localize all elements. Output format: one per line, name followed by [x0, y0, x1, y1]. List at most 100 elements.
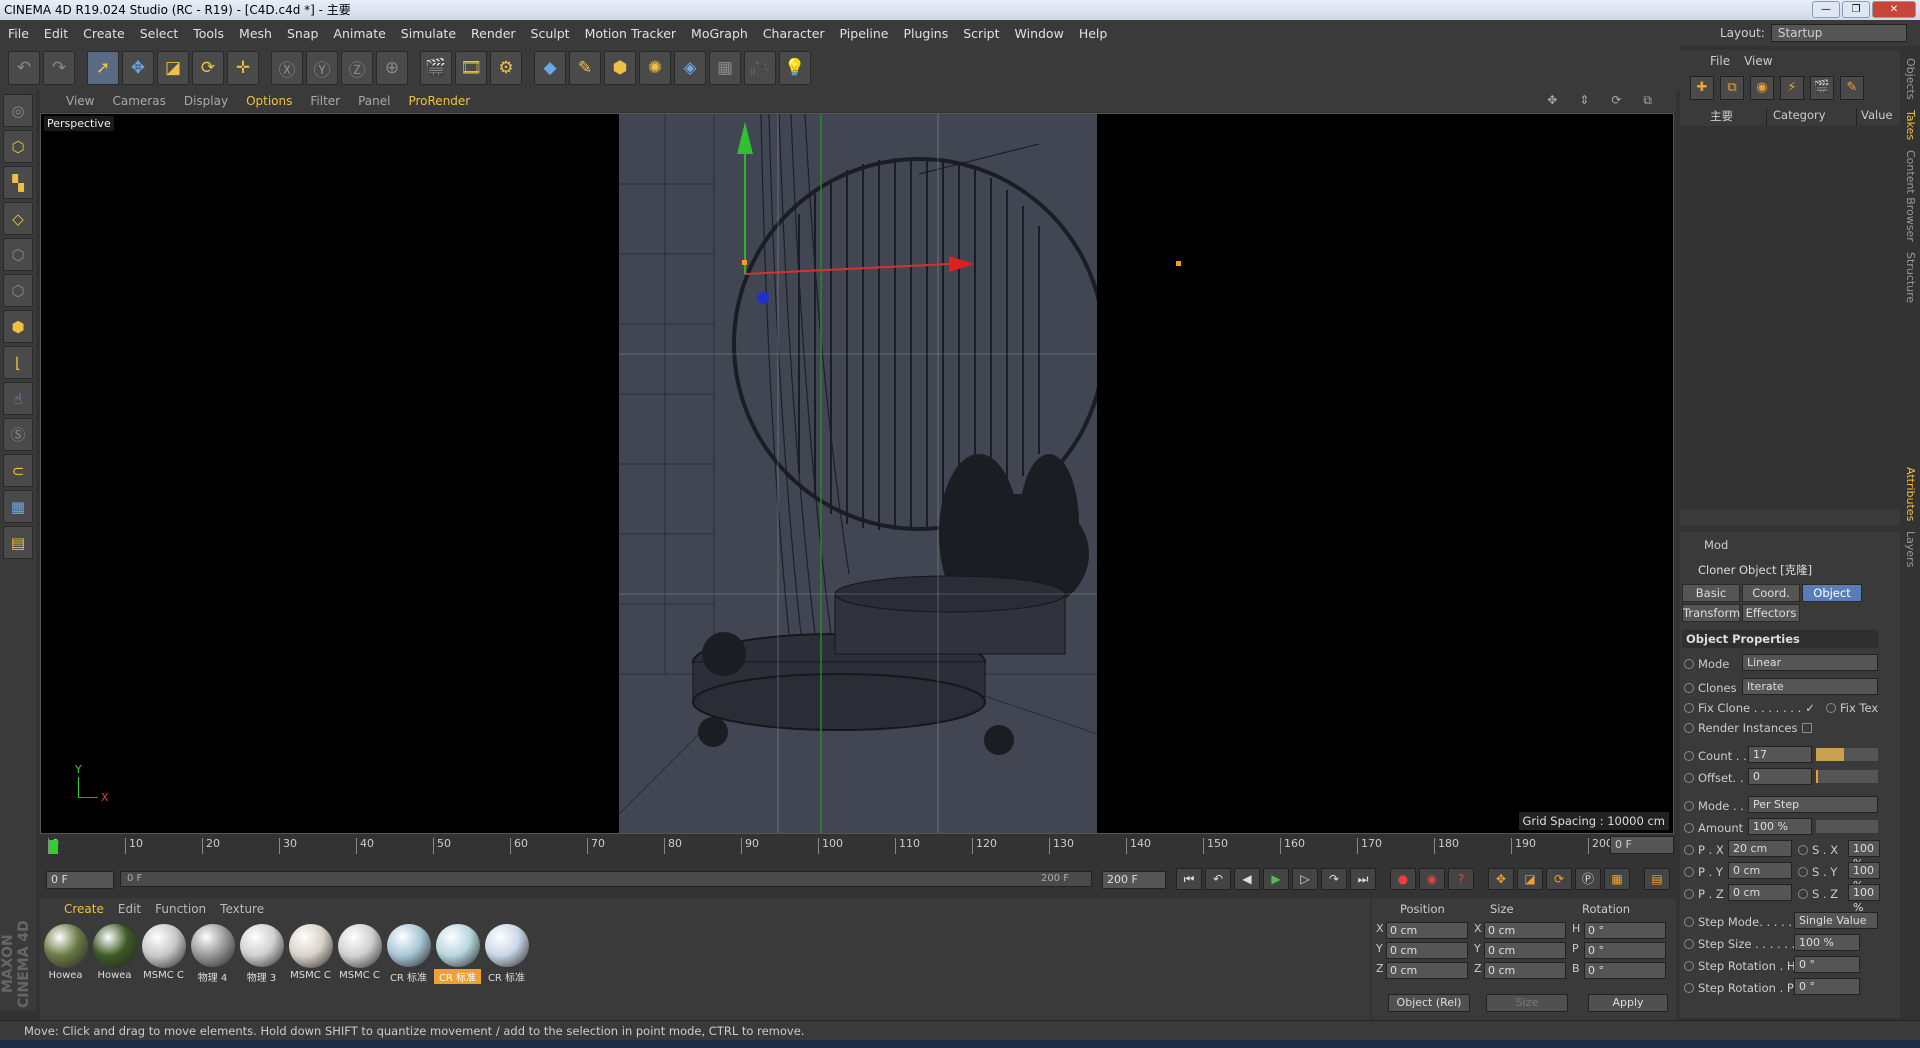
end-frame-field[interactable]: 200 F [1102, 871, 1166, 889]
material-item[interactable]: CR 标准 [385, 924, 432, 984]
current-frame-field[interactable]: 0 F [1610, 836, 1674, 854]
live-selection-icon[interactable]: ➚ [87, 51, 119, 85]
pz-field[interactable]: 0 cm [1728, 884, 1792, 901]
key-pla-icon[interactable]: ▦ [1604, 868, 1630, 890]
viewport-menu-display[interactable]: Display [184, 94, 228, 108]
workplane-lock-icon[interactable]: ▦ [3, 490, 33, 523]
size-field[interactable]: 0 cm [1484, 922, 1566, 939]
count-slider[interactable] [1816, 748, 1878, 761]
menu-window[interactable]: Window [1015, 26, 1064, 41]
menu-file[interactable]: File [8, 26, 29, 41]
material-item[interactable]: CR 标准 [483, 924, 530, 984]
material-menu-function[interactable]: Function [155, 902, 206, 916]
viewport-menu-panel[interactable]: Panel [358, 94, 390, 108]
planar-workplane-icon[interactable]: ▤ [3, 526, 33, 559]
count-field[interactable]: 17 [1748, 746, 1812, 763]
tab-structure[interactable]: Structure [1902, 250, 1919, 305]
timeline-layout-icon[interactable]: ▤ [1644, 868, 1670, 890]
maximize-button[interactable]: ❐ [1842, 1, 1870, 18]
menu-snap[interactable]: Snap [287, 26, 318, 41]
objects-menu-file[interactable]: File [1710, 54, 1730, 68]
y-axis-lock-icon[interactable]: Ⓨ [306, 51, 338, 85]
tab-objects[interactable]: Objects [1902, 56, 1919, 102]
tab-transform[interactable]: Transform [1682, 604, 1740, 622]
scale-tool-icon[interactable]: ◪ [157, 51, 189, 85]
menu-edit[interactable]: Edit [44, 26, 68, 41]
make-editable-icon[interactable]: ◎ [3, 94, 33, 127]
keyframe-selection-icon[interactable]: ? [1448, 868, 1474, 890]
viewport-menu-options[interactable]: Options [246, 94, 292, 108]
material-item[interactable]: MSMC C [336, 924, 383, 984]
axis-mode-icon[interactable]: ⌊ [3, 346, 33, 379]
record-icon[interactable]: ● [1390, 868, 1416, 890]
material-menu-edit[interactable]: Edit [118, 902, 141, 916]
coordinate-system-icon[interactable]: ⊕ [376, 51, 408, 85]
move-tool-icon[interactable]: ✥ [122, 51, 154, 85]
mode-dropdown[interactable]: Linear [1742, 654, 1878, 671]
rotation-field[interactable]: 0 ° [1584, 942, 1666, 959]
render-icon[interactable]: 🎬 [1810, 76, 1834, 100]
light-icon[interactable]: 💡 [779, 51, 811, 85]
menu-animate[interactable]: Animate [333, 26, 385, 41]
points-mode-icon[interactable]: ⬡ [3, 238, 33, 271]
z-axis-lock-icon[interactable]: Ⓩ [341, 51, 373, 85]
attr-mode-menu[interactable]: Mod [1704, 538, 1728, 552]
handle-point[interactable] [1176, 261, 1181, 266]
add-takes-icon[interactable]: ✚ [1690, 76, 1714, 100]
position-field[interactable]: 0 cm [1386, 942, 1468, 959]
override-icon[interactable]: ◉ [1750, 76, 1774, 100]
menu-create[interactable]: Create [83, 26, 125, 41]
fix-clone-checkbox[interactable]: ✓ [1805, 701, 1815, 715]
material-item[interactable]: Howea [42, 924, 89, 984]
material-item[interactable]: 物理 4 [189, 924, 236, 984]
viewport-menu-view[interactable]: View [66, 94, 94, 108]
autokey-icon[interactable]: ◉ [1419, 868, 1445, 890]
material-menu-create[interactable]: Create [64, 902, 104, 916]
viewport-menu-cameras[interactable]: Cameras [112, 94, 165, 108]
menu-pipeline[interactable]: Pipeline [840, 26, 889, 41]
floor-icon[interactable]: ▦ [709, 51, 741, 85]
minimize-button[interactable]: — [1812, 1, 1840, 18]
transform-tool-icon[interactable]: ✛ [227, 51, 259, 85]
offset-slider[interactable] [1816, 770, 1878, 783]
menu-tools[interactable]: Tools [193, 26, 224, 41]
tab-object[interactable]: Object [1802, 584, 1862, 602]
position-field[interactable]: 0 cm [1386, 922, 1468, 939]
size-field[interactable]: 0 cm [1484, 942, 1566, 959]
key-rotation-icon[interactable]: ⟳ [1546, 868, 1572, 890]
sy-field[interactable]: 100 % [1848, 862, 1880, 892]
start-frame-field[interactable]: 0 F [46, 871, 114, 889]
edges-mode-icon[interactable]: ⬡ [3, 274, 33, 307]
objects-menu-view[interactable]: View [1744, 54, 1772, 68]
tab-basic[interactable]: Basic [1682, 584, 1740, 602]
offset-field[interactable]: 0 [1748, 768, 1812, 785]
rotate-tool-icon[interactable]: ⟳ [192, 51, 224, 85]
go-to-end-icon[interactable]: ⏭ [1350, 868, 1376, 890]
tweak-mode-icon[interactable]: ☝ [3, 382, 33, 415]
polygons-mode-icon[interactable]: ⬢ [3, 310, 33, 343]
cube-object-icon[interactable]: ◆ [534, 51, 566, 85]
step-rotation-p-field[interactable]: 0 ° [1794, 978, 1860, 995]
render-settings-icon[interactable]: ⚙ [490, 51, 522, 85]
size-field[interactable]: 0 cm [1484, 962, 1566, 979]
texture-mode-icon[interactable]: ▚ [3, 166, 33, 199]
close-button[interactable]: ✕ [1872, 1, 1916, 18]
playhead[interactable] [49, 840, 58, 854]
material-item[interactable]: CR 标准 [434, 924, 481, 984]
menu-mograph[interactable]: MoGraph [691, 26, 748, 41]
menu-sculpt[interactable]: Sculpt [531, 26, 570, 41]
tab-coord[interactable]: Coord. [1742, 584, 1800, 602]
coordinate-mode-dropdown[interactable]: Object (Rel) [1388, 994, 1470, 1012]
step-mode-dropdown[interactable]: Single Value [1794, 912, 1878, 929]
menu-mesh[interactable]: Mesh [239, 26, 272, 41]
viewport-menu-prorender[interactable]: ProRender [408, 94, 470, 108]
rotation-field[interactable]: 0 ° [1584, 922, 1666, 939]
sz-field[interactable]: 100 % [1848, 884, 1880, 914]
viewport-camera-label[interactable]: Perspective [44, 116, 114, 131]
menu-script[interactable]: Script [963, 26, 999, 41]
clone-takes-icon[interactable]: ⧉ [1720, 76, 1744, 100]
filter-icon[interactable]: ✎ [1840, 76, 1864, 100]
camera-icon[interactable]: 🎥 [744, 51, 776, 85]
layout-dropdown[interactable]: Startup [1770, 24, 1907, 42]
menu-select[interactable]: Select [140, 26, 179, 41]
